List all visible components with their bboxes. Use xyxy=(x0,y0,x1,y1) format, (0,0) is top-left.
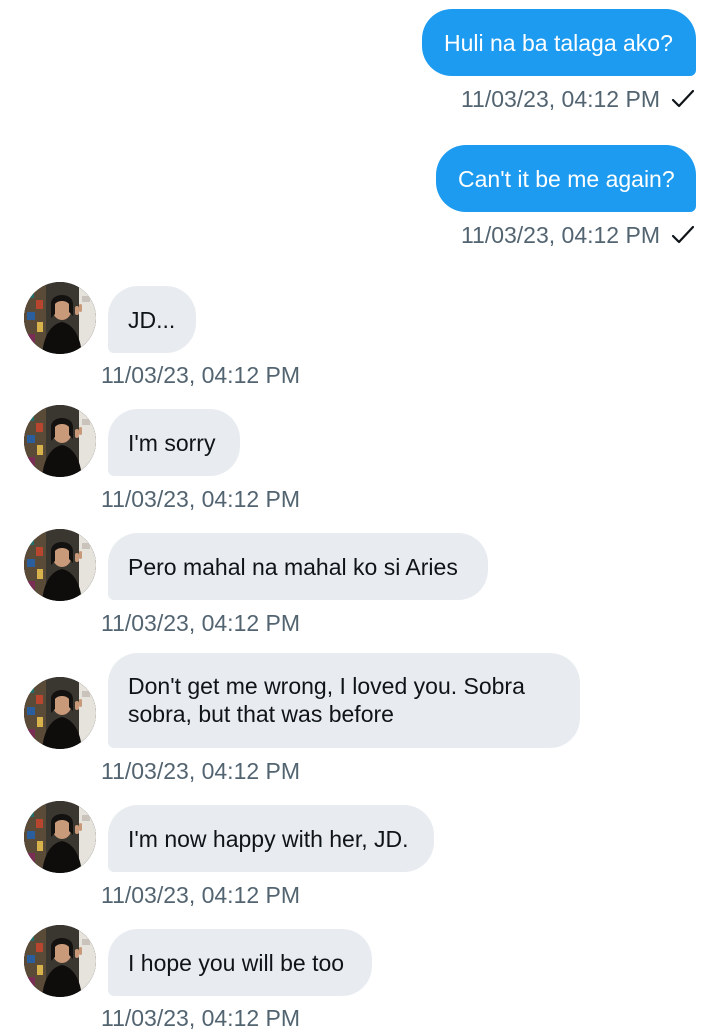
check-icon xyxy=(670,222,696,248)
incoming-message-bubble[interactable]: JD... xyxy=(108,286,196,353)
message-timestamp: 11/03/23, 04:12 PM xyxy=(101,486,301,512)
message-text: I hope you will be too xyxy=(128,949,345,976)
avatar[interactable] xyxy=(24,677,96,749)
message-timestamp: 11/03/23, 04:12 PM xyxy=(460,86,660,112)
avatar[interactable] xyxy=(24,405,96,477)
avatar[interactable] xyxy=(24,282,96,354)
avatar[interactable] xyxy=(24,529,96,601)
incoming-message-bubble[interactable]: Pero mahal na mahal ko si Aries xyxy=(108,533,488,600)
message-text: Can't it be me again? xyxy=(458,165,675,192)
message-timestamp: 11/03/23, 04:12 PM xyxy=(460,222,660,248)
incoming-message-bubble[interactable]: I'm now happy with her, JD. xyxy=(108,805,434,872)
check-icon xyxy=(670,86,696,112)
avatar[interactable] xyxy=(24,801,96,873)
avatar[interactable] xyxy=(24,925,96,997)
incoming-message-bubble[interactable]: I'm sorry xyxy=(108,409,240,476)
message-text: I'm sorry xyxy=(128,429,216,456)
incoming-message-bubble[interactable]: Don't get me wrong, I loved you. Sobra s… xyxy=(108,653,580,748)
message-text: Huli na ba talaga ako? xyxy=(444,29,673,56)
message-text: I'm now happy with her, JD. xyxy=(128,825,409,852)
message-timestamp: 11/03/23, 04:12 PM xyxy=(101,362,301,388)
incoming-message-bubble[interactable]: I hope you will be too xyxy=(108,929,372,996)
message-text: Don't get me wrong, I loved you. Sobra s… xyxy=(128,673,525,727)
message-timestamp: 11/03/23, 04:12 PM xyxy=(101,1005,301,1031)
message-meta: 11/03/23, 04:12 PM xyxy=(461,85,696,113)
message-meta: 11/03/23, 04:12 PM xyxy=(461,221,696,249)
outgoing-message-bubble[interactable]: Can't it be me again? xyxy=(436,145,696,212)
message-text: JD... xyxy=(128,306,176,333)
message-timestamp: 11/03/23, 04:12 PM xyxy=(101,882,301,908)
outgoing-message-bubble[interactable]: Huli na ba talaga ako? xyxy=(422,9,696,76)
message-timestamp: 11/03/23, 04:12 PM xyxy=(101,758,301,784)
message-timestamp: 11/03/23, 04:12 PM xyxy=(101,610,301,636)
message-text: Pero mahal na mahal ko si Aries xyxy=(128,553,458,580)
